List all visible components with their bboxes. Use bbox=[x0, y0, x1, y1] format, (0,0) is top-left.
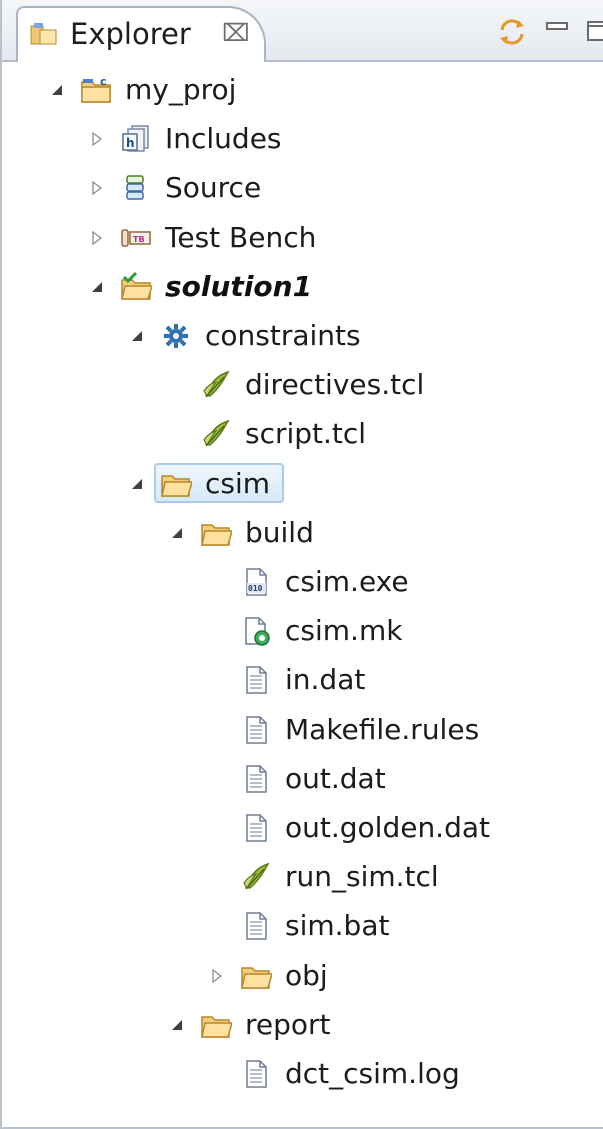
text-file-icon bbox=[240, 812, 272, 844]
tree-item-directives-tcl[interactable]: directives.tcl bbox=[2, 363, 603, 407]
tree-item-script-tcl[interactable]: script.tcl bbox=[2, 412, 603, 456]
tcl-script-icon bbox=[200, 418, 232, 450]
tree-item-test-bench[interactable]: TB Test Bench bbox=[2, 216, 603, 260]
tree-item-csim-exe[interactable]: 010 csim.exe bbox=[2, 560, 603, 604]
tree-item-label: Test Bench bbox=[165, 220, 317, 254]
text-file-icon bbox=[240, 714, 272, 746]
tree-item-my-proj[interactable]: c my_proj bbox=[2, 68, 603, 112]
project-tree: c my_projh Includes Source TB Test Bench solut… bbox=[2, 64, 603, 1124]
tree-item-label: in.dat bbox=[285, 663, 366, 697]
tree-item-label: solution1 bbox=[165, 269, 313, 303]
view-toolbar: Explorer ⌧ bbox=[2, 0, 603, 62]
tree-item-label: my_proj bbox=[125, 73, 237, 106]
tree-item-label: directives.tcl bbox=[245, 368, 425, 402]
tree-item-includes[interactable]: h Includes bbox=[2, 117, 603, 161]
svg-text:TB: TB bbox=[133, 235, 145, 244]
explorer-tab[interactable]: Explorer ⌧ bbox=[16, 6, 266, 62]
makefile-icon bbox=[240, 615, 272, 647]
tree-item-run-sim-tcl[interactable]: run_sim.tcl bbox=[2, 855, 603, 899]
tree-item-label: build bbox=[245, 515, 314, 549]
test-bench-icon: TB bbox=[120, 222, 152, 254]
tree-item-label: sim.bat bbox=[285, 909, 390, 943]
tree-item-label: run_sim.tcl bbox=[285, 860, 439, 894]
tree-item-label: script.tcl bbox=[245, 417, 367, 451]
tree-item-solution1[interactable]: solution1 bbox=[2, 265, 603, 309]
tcl-script-icon bbox=[240, 861, 272, 893]
includes-icon: h bbox=[120, 123, 152, 155]
tree-item-label: Includes bbox=[165, 122, 282, 156]
binary-file-icon: 010 bbox=[240, 566, 272, 598]
collapsed-arrow-icon[interactable] bbox=[90, 180, 104, 196]
expanded-arrow-icon[interactable] bbox=[90, 279, 104, 293]
collapsed-arrow-icon[interactable] bbox=[90, 230, 104, 245]
tree-item-label: csim.exe bbox=[285, 565, 409, 598]
tree-item-label: dct_csim.log bbox=[285, 1057, 460, 1090]
tree-item-constraints[interactable]: constraints bbox=[2, 314, 603, 358]
text-file-icon bbox=[240, 1058, 272, 1090]
collapsed-arrow-icon[interactable] bbox=[90, 131, 104, 147]
expanded-arrow-icon[interactable] bbox=[170, 525, 184, 539]
tree-item-out-dat[interactable]: out.dat bbox=[2, 757, 603, 801]
svg-text:010: 010 bbox=[248, 584, 263, 593]
close-icon[interactable]: ⌧ bbox=[222, 18, 250, 48]
tree-item-in-dat[interactable]: in.dat bbox=[2, 658, 603, 702]
tree-item-label: out.dat bbox=[285, 761, 386, 795]
svg-text:h: h bbox=[126, 136, 135, 150]
folder-icon bbox=[240, 960, 273, 992]
tree-item-label: constraints bbox=[205, 319, 361, 352]
minimize-icon[interactable] bbox=[546, 20, 568, 32]
folder-icon bbox=[200, 517, 233, 549]
solution-folder-icon bbox=[120, 271, 154, 303]
tree-item-label: out.golden.dat bbox=[285, 811, 490, 844]
tree-item-sim-bat[interactable]: sim.bat bbox=[2, 904, 603, 948]
expanded-arrow-icon[interactable] bbox=[170, 1017, 184, 1031]
text-file-icon bbox=[240, 664, 272, 696]
tree-item-label: csim bbox=[205, 466, 271, 500]
tab-title: Explorer bbox=[70, 17, 191, 51]
tree-item-label: Source bbox=[165, 171, 262, 205]
constraints-icon bbox=[160, 320, 192, 352]
tree-item-report[interactable]: report bbox=[2, 1003, 603, 1047]
tree-item-label: obj bbox=[285, 958, 328, 992]
tree-item-csim-mk[interactable]: csim.mk bbox=[2, 609, 603, 653]
tree-item-csim[interactable]: csim bbox=[2, 462, 603, 506]
maximize-icon[interactable] bbox=[586, 20, 603, 42]
collapsed-arrow-icon[interactable] bbox=[210, 968, 224, 983]
folder-icon bbox=[160, 468, 193, 500]
c-project-icon: c bbox=[80, 74, 112, 106]
text-file-icon bbox=[240, 763, 272, 795]
tree-item-out-golden-dat[interactable]: out.golden.dat bbox=[2, 806, 603, 850]
tcl-script-icon bbox=[200, 369, 232, 401]
tree-item-dct-csim-log[interactable]: dct_csim.log bbox=[2, 1052, 603, 1096]
source-icon bbox=[120, 172, 152, 204]
tree-item-source[interactable]: Source bbox=[2, 166, 603, 210]
tree-item-label: csim.mk bbox=[285, 614, 403, 648]
folder-icon bbox=[200, 1009, 233, 1041]
text-file-icon bbox=[240, 910, 272, 942]
tree-item-label: Makefile.rules bbox=[285, 712, 480, 746]
explorer-view: Explorer ⌧ c my_projh Includes Source TB Test… bbox=[0, 0, 603, 1129]
sync-icon[interactable] bbox=[496, 16, 528, 48]
expanded-arrow-icon[interactable] bbox=[50, 82, 64, 96]
expanded-arrow-icon[interactable] bbox=[130, 328, 144, 342]
explorer-icon bbox=[30, 23, 57, 45]
tree-item-build[interactable]: build bbox=[2, 511, 603, 555]
svg-text:c: c bbox=[100, 75, 107, 88]
tree-item-makefile-rules[interactable]: Makefile.rules bbox=[2, 708, 603, 752]
tree-item-obj[interactable]: obj bbox=[2, 954, 603, 998]
tree-item-label: report bbox=[245, 1007, 331, 1041]
expanded-arrow-icon[interactable] bbox=[130, 476, 144, 490]
